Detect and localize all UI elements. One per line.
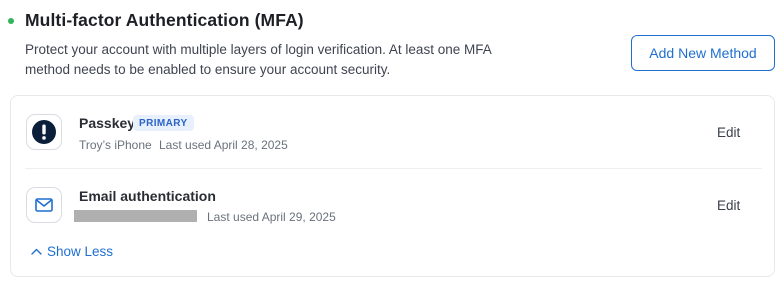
passkey-icon	[26, 114, 62, 150]
chevron-up-icon	[31, 248, 42, 255]
status-dot	[8, 18, 14, 24]
edit-email-button[interactable]: Edit	[717, 198, 740, 213]
method-last-used: Last used April 29, 2025	[207, 210, 336, 224]
method-device: Troy’s iPhone	[79, 138, 152, 152]
method-last-used: Last used April 28, 2025	[159, 138, 288, 152]
method-name: Email authentication	[79, 188, 216, 204]
method-name: Passkey	[79, 115, 136, 131]
mfa-section-header: Multi-factor Authentication (MFA) Protec…	[0, 0, 784, 90]
mail-icon	[26, 187, 62, 223]
redacted-email	[74, 210, 197, 222]
show-less-label: Show Less	[47, 244, 114, 259]
primary-badge: PRIMARY	[133, 115, 194, 131]
edit-passkey-button[interactable]: Edit	[717, 125, 740, 140]
show-less-toggle[interactable]: Show Less	[31, 244, 113, 259]
section-title: Multi-factor Authentication (MFA)	[25, 10, 304, 30]
method-row-passkey: Passkey PRIMARY Troy’s iPhone Last used …	[11, 96, 776, 168]
mfa-methods-card: Passkey PRIMARY Troy’s iPhone Last used …	[10, 95, 775, 277]
method-row-email	[11, 169, 776, 245]
section-description: Protect your account with multiple layer…	[25, 42, 491, 77]
add-new-method-button[interactable]: Add New Method	[631, 35, 775, 71]
